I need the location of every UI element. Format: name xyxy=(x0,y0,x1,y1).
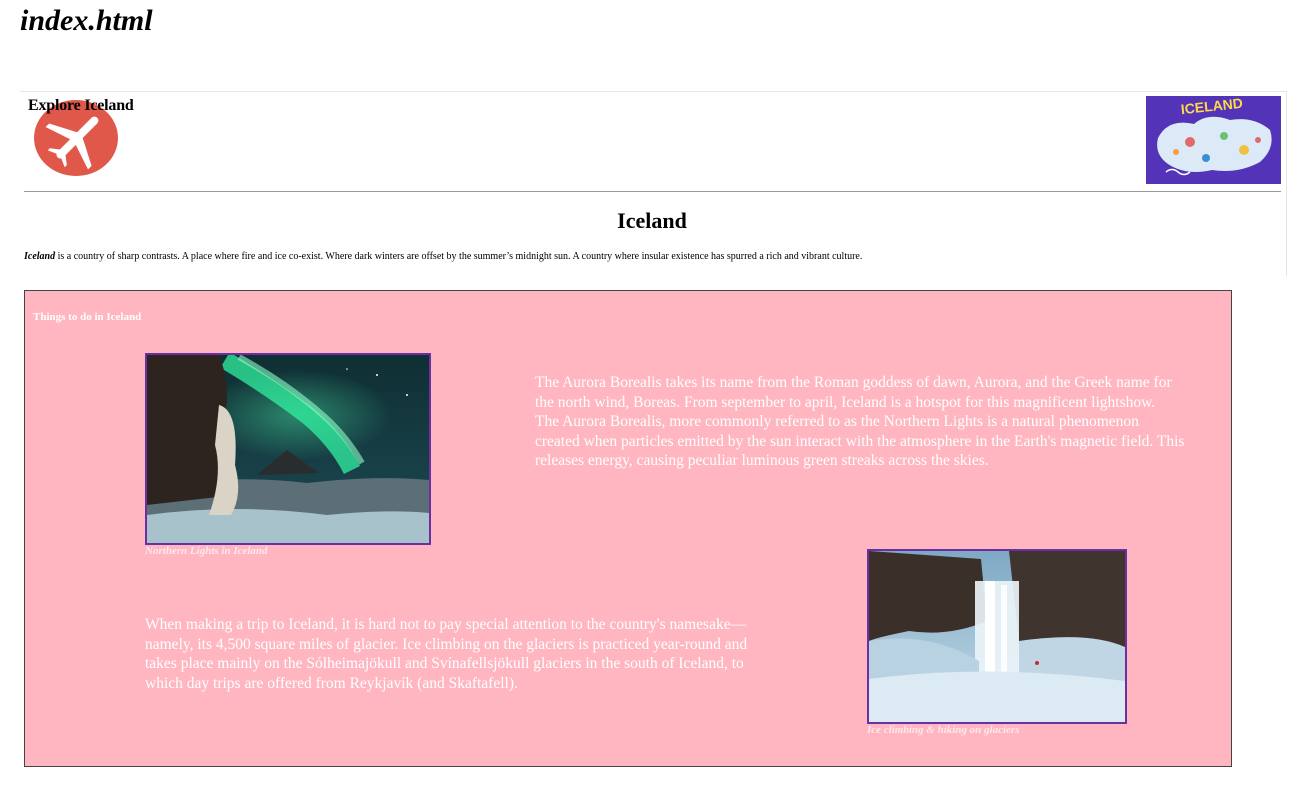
ice-climbing-caption: Ice climbing & hiking on glaciers xyxy=(867,724,1020,736)
glacier-waterfall-photo xyxy=(867,549,1127,724)
intro-paragraph: Iceland is a country of sharp contrasts.… xyxy=(24,251,862,262)
intro-text: is a country of sharp contrasts. A place… xyxy=(55,251,863,262)
file-title: index.html xyxy=(20,4,153,37)
header-right-border xyxy=(1286,91,1287,276)
things-to-do-heading: Things to do in Iceland xyxy=(33,311,142,323)
iceland-map-icon[interactable]: ICELAND xyxy=(1146,95,1281,184)
header-divider xyxy=(24,191,1281,192)
aurora-paragraph-1: The Aurora Borealis takes its name from … xyxy=(535,374,1172,411)
intro-lead: Iceland xyxy=(24,251,56,262)
site-brand[interactable]: Explore Iceland xyxy=(28,97,134,115)
aurora-description: The Aurora Borealis takes its name from … xyxy=(535,373,1185,471)
ice-climbing-description: When making a trip to Iceland, it is har… xyxy=(145,616,748,692)
header-top-border xyxy=(20,91,1286,92)
things-to-do-section: Things to do in Iceland Northern Lights … xyxy=(24,290,1232,767)
northern-lights-caption: Northern Lights in Iceland xyxy=(145,545,268,557)
northern-lights-photo xyxy=(145,353,431,545)
page-heading: Iceland xyxy=(617,208,687,233)
aurora-paragraph-2: The Aurora Borealis, more commonly refer… xyxy=(535,413,1185,469)
